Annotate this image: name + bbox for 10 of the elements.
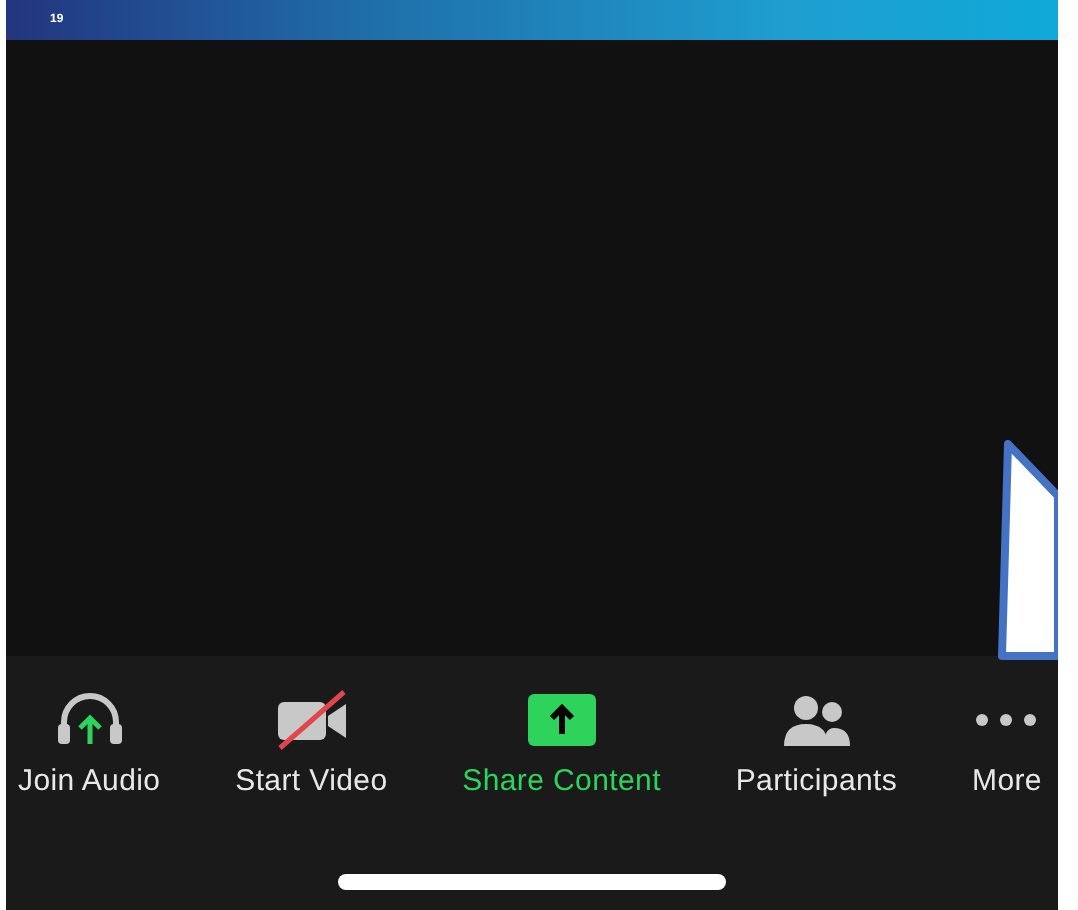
headphones-icon: [53, 692, 126, 748]
camera-off-icon: [273, 690, 350, 750]
people-icon: [780, 692, 853, 748]
more-icon: [974, 712, 1039, 728]
toolbar-button[interactable]: Participants: [735, 688, 898, 798]
toolbar-button[interactable]: More: [972, 688, 1042, 798]
toolbar-button[interactable]: Start Video: [235, 688, 388, 798]
toolbar-button[interactable]: Join Audio: [18, 688, 161, 798]
toolbar-button[interactable]: Share Content: [462, 688, 661, 798]
share-icon: [525, 692, 598, 748]
